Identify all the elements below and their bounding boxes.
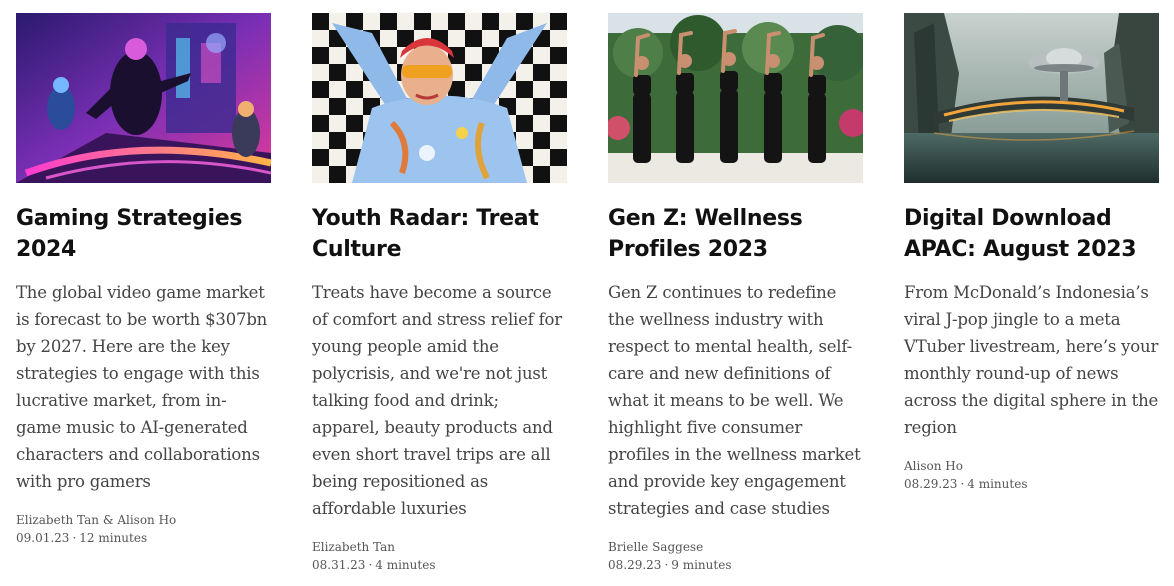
article-title[interactable]: Gaming Strategies 2024 [16, 203, 271, 265]
article-excerpt: The global video game market is forecast… [16, 283, 268, 491]
article-card: Gen Z: Wellness Profiles 2023 Gen Z cont… [608, 13, 863, 574]
article-card: Youth Radar: Treat Culture Treats have b… [312, 13, 567, 574]
article-author: Alison Ho [904, 459, 963, 473]
article-author: Elizabeth Tan & Alison Ho [16, 513, 177, 527]
article-excerpt: Treats have become a source of comfort a… [312, 283, 562, 518]
article-thumbnail-digital-download[interactable] [904, 13, 1159, 183]
meta-separator: · [664, 558, 669, 572]
futuristic-city-illustration [904, 13, 1159, 183]
meta-separator: · [368, 558, 373, 572]
article-date: 09.01.23 [16, 531, 70, 545]
article-date: 08.29.23 [608, 558, 662, 572]
article-author: Brielle Saggese [608, 540, 704, 554]
article-thumbnail-treat-culture[interactable] [312, 13, 567, 183]
article-date: 08.31.23 [312, 558, 366, 572]
article-thumbnail-wellness[interactable] [608, 13, 863, 183]
treat-culture-photo [312, 13, 567, 183]
article-author: Elizabeth Tan [312, 540, 396, 554]
article-excerpt: From McDonald’s Indonesia’s viral J-pop … [904, 283, 1159, 437]
meta-separator: · [960, 477, 965, 491]
article-excerpt: Gen Z continues to redefine the wellness… [608, 283, 861, 518]
gaming-illustration [16, 13, 271, 183]
article-meta: Brielle Saggese 08.29.23 · 9 minutes [608, 538, 863, 574]
article-title[interactable]: Youth Radar: Treat Culture [312, 203, 567, 265]
article-meta: Elizabeth Tan 08.31.23 · 4 minutes [312, 538, 567, 574]
article-meta: Alison Ho 08.29.23 · 4 minutes [904, 457, 1159, 493]
article-card: Digital Download APAC: August 2023 From … [904, 13, 1159, 574]
article-title[interactable]: Digital Download APAC: August 2023 [904, 203, 1159, 265]
article-read-time: 12 minutes [79, 531, 148, 545]
article-read-time: 4 minutes [375, 558, 436, 572]
article-read-time: 9 minutes [671, 558, 732, 572]
article-thumbnail-gaming[interactable] [16, 13, 271, 183]
article-card: Gaming Strategies 2024 The global video … [16, 13, 271, 574]
wellness-photo [608, 13, 863, 183]
article-meta: Elizabeth Tan & Alison Ho 09.01.23 · 12 mi… [16, 511, 271, 547]
article-date: 08.29.23 [904, 477, 958, 491]
article-read-time: 4 minutes [967, 477, 1028, 491]
article-title[interactable]: Gen Z: Wellness Profiles 2023 [608, 203, 863, 265]
meta-separator: · [72, 531, 77, 545]
article-grid: Gaming Strategies 2024 The global video … [16, 13, 1159, 574]
